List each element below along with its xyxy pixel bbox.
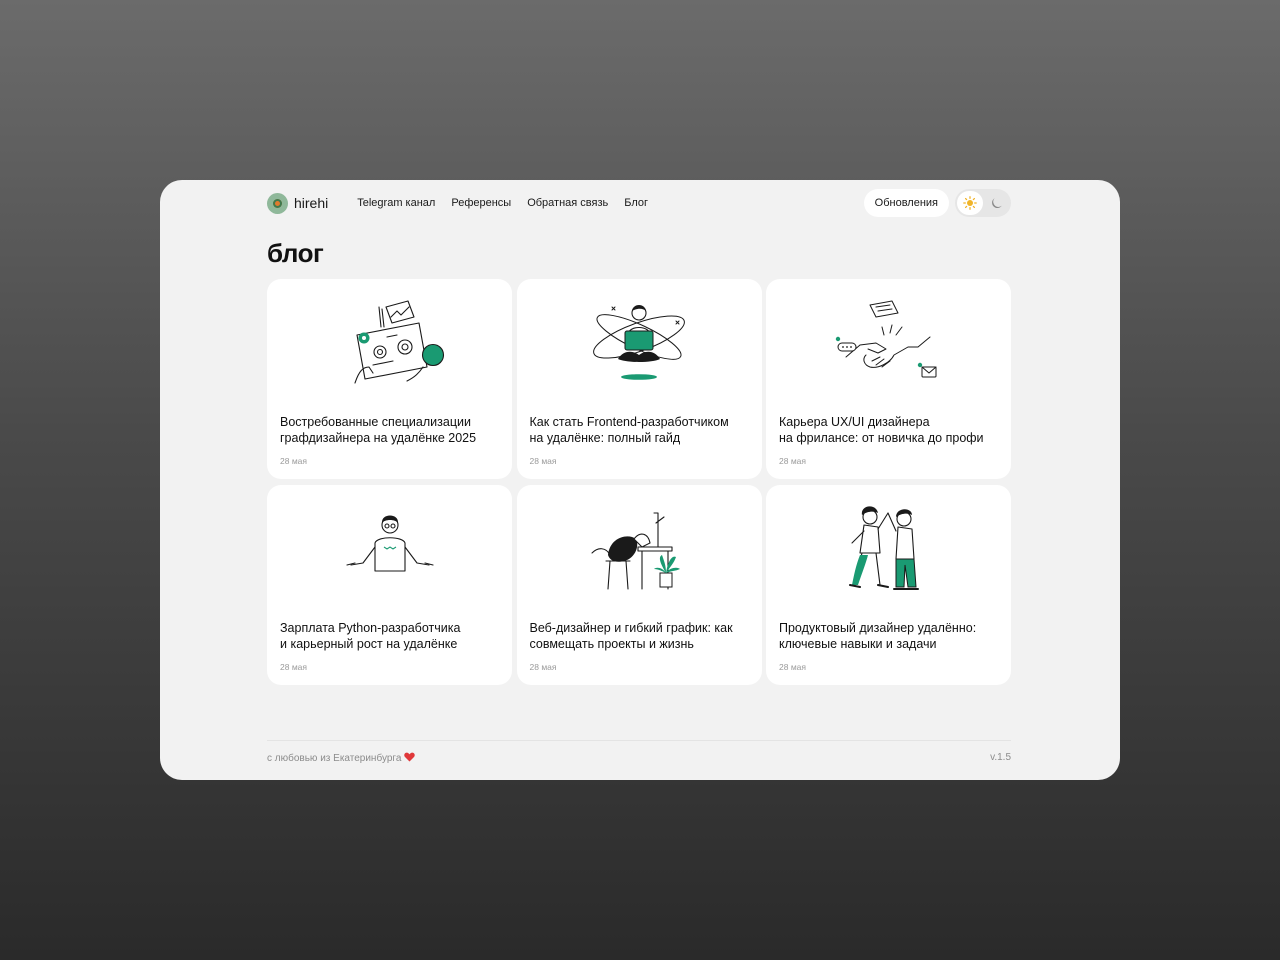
card-date: 28 мая bbox=[280, 662, 307, 672]
header: hirehi Telegram канал Референсы Обратная… bbox=[267, 189, 1011, 217]
nav-link-telegram[interactable]: Telegram канал bbox=[357, 197, 435, 209]
footer-credit-text: с любовью из Екатеринбурга bbox=[267, 753, 402, 764]
updates-button[interactable]: Обновления bbox=[863, 189, 949, 217]
card-date: 28 мая bbox=[529, 662, 557, 672]
page-content: hirehi Telegram канал Референсы Обратная… bbox=[267, 180, 1011, 780]
nav-link-feedback[interactable]: Обратная связь bbox=[527, 197, 608, 209]
designer-desk-illustration bbox=[267, 297, 512, 393]
blog-grid: Востребованные специализации графдизайне… bbox=[267, 279, 1011, 685]
blog-card[interactable]: Веб-дизайнер и гибкий график: как совмещ… bbox=[516, 485, 762, 685]
blog-card[interactable]: Карьера UX/UI дизайнера на фрилансе: от … bbox=[766, 279, 1011, 479]
card-title: Продуктовый дизайнер удалённо: ключевые … bbox=[779, 621, 977, 651]
card-title: Веб-дизайнер и гибкий график: как совмещ… bbox=[529, 621, 733, 651]
shrugging-man-illustration bbox=[267, 503, 512, 599]
version-label: v.1.5 bbox=[990, 752, 1011, 763]
tired-worker-illustration bbox=[517, 503, 762, 599]
card-date: 28 мая bbox=[779, 662, 806, 672]
developer-laptop-illustration bbox=[517, 297, 762, 393]
footer-credit: с любовью из Екатеринбурга bbox=[267, 752, 416, 765]
main-nav: Telegram канал Референсы Обратная связь … bbox=[357, 197, 648, 209]
moon-icon[interactable] bbox=[983, 191, 1009, 215]
card-date: 28 мая bbox=[529, 456, 557, 466]
heart-icon bbox=[404, 752, 416, 765]
card-title: Как стать Frontend-разработчиком на удал… bbox=[529, 415, 729, 445]
blog-card[interactable]: Продуктовый дизайнер удалённо: ключевые … bbox=[766, 485, 1011, 685]
card-title: Карьера UX/UI дизайнера на фрилансе: от … bbox=[779, 415, 984, 445]
logo-icon bbox=[267, 192, 288, 214]
logo-text: hirehi bbox=[294, 195, 329, 211]
card-date: 28 мая bbox=[779, 456, 806, 466]
card-title: Зарплата Python-разработчика и карьерный… bbox=[280, 621, 461, 651]
nav-link-blog[interactable]: Блог bbox=[624, 197, 648, 209]
page-title: блог bbox=[267, 238, 324, 268]
blog-card[interactable]: Зарплата Python-разработчика и карьерный… bbox=[267, 485, 512, 685]
nav-link-references[interactable]: Референсы bbox=[451, 197, 511, 209]
card-title: Востребованные специализации графдизайне… bbox=[280, 415, 477, 445]
sun-icon[interactable] bbox=[957, 191, 983, 215]
blog-card[interactable]: Востребованные специализации графдизайне… bbox=[267, 279, 512, 479]
header-actions: Обновления bbox=[863, 189, 1011, 217]
blog-card[interactable]: Как стать Frontend-разработчиком на удал… bbox=[516, 279, 762, 479]
handshake-illustration bbox=[766, 297, 1011, 393]
high-five-illustration bbox=[766, 503, 1011, 599]
logo[interactable]: hirehi bbox=[267, 192, 329, 214]
card-date: 28 мая bbox=[280, 456, 307, 466]
footer-divider bbox=[267, 740, 1011, 741]
theme-toggle bbox=[955, 189, 1011, 217]
app-window: hirehi Telegram канал Референсы Обратная… bbox=[160, 180, 1120, 780]
